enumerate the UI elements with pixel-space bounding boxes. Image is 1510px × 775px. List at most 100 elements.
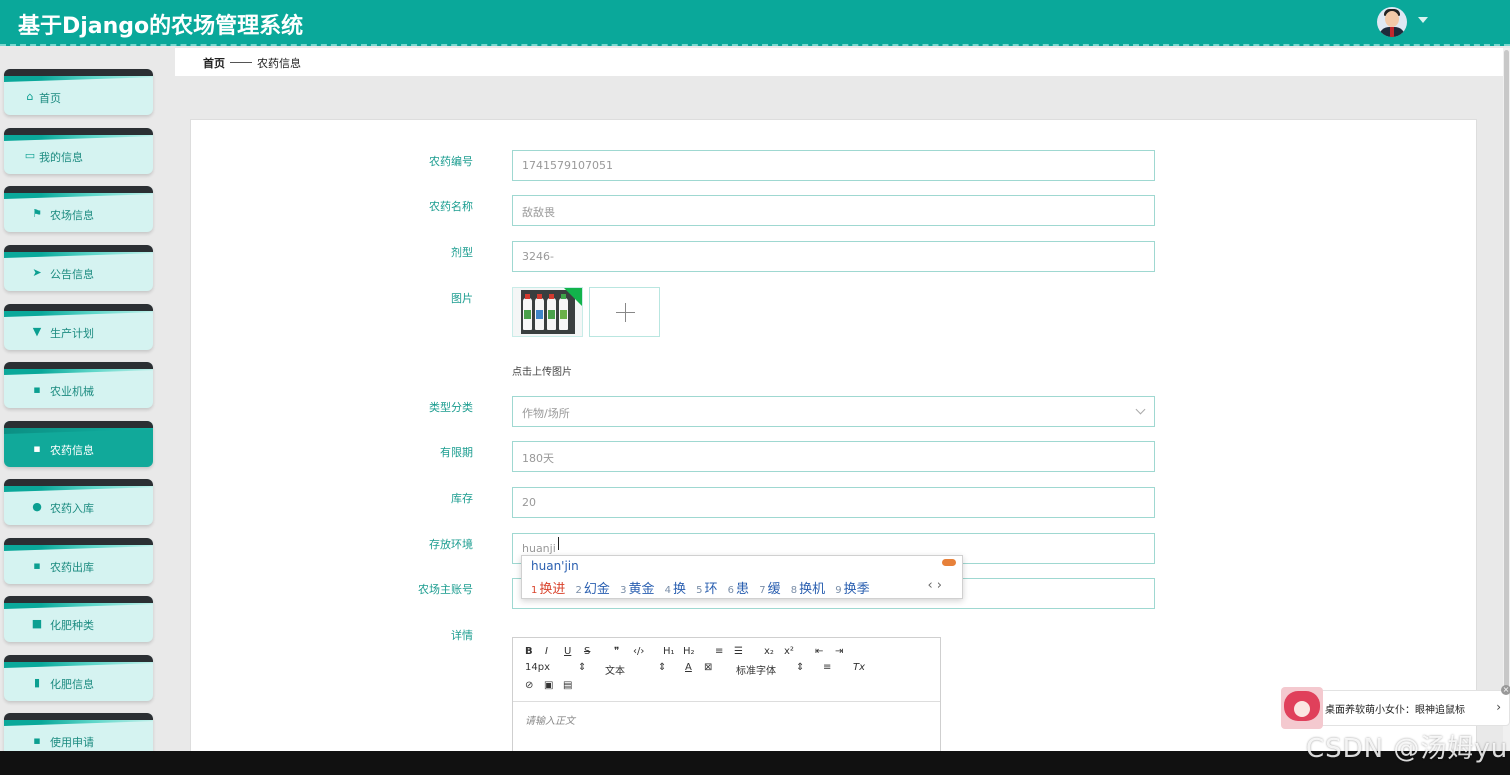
form-type-value: 3246- (522, 250, 554, 263)
strike-button[interactable]: S (584, 646, 590, 657)
form-panel: 农药编号 1741579107051 农药名称 敌敌畏 剂型 3246- 图片 … (190, 119, 1477, 762)
h1-button[interactable]: H₁ (663, 646, 675, 657)
user-icon: ● (32, 500, 42, 513)
user-avatar[interactable] (1377, 7, 1407, 37)
grid-icon: ▪ (33, 559, 41, 572)
category-select[interactable]: 作物/场所 (512, 396, 1155, 427)
sidebar-item-label: 农药入库 (50, 502, 94, 515)
account-label: 农场主账号 (418, 583, 473, 596)
breadcrumb-home[interactable]: 首页 (203, 55, 225, 71)
sidebar-item-pesticide-out[interactable]: ▪ 农药出库 (4, 538, 153, 584)
underline-button[interactable]: U (564, 646, 571, 657)
floating-widget[interactable]: 桌面养软萌小女仆：眼神追鼠标 › × (1281, 685, 1510, 729)
ime-next-page-icon[interactable]: ‹ › (927, 578, 942, 593)
env-label: 存放环境 (429, 538, 473, 551)
name-input[interactable]: 敌敌畏 (512, 195, 1155, 226)
sidebar-item-production-plan[interactable]: ▼ 生产计划 (4, 304, 153, 350)
chevron-right-icon[interactable]: › (1496, 700, 1501, 714)
sidebar-item-home[interactable]: ⌂ 首页 (4, 69, 153, 115)
code-value: 1741579107051 (522, 159, 613, 172)
ime-candidate[interactable]: 3 黄金 (620, 582, 654, 597)
rich-text-editor[interactable]: B I U S ❞ ‹/› H₁ H₂ ≡ ☰ x₂ x² ⇤ ⇥ 14px ⇕… (512, 637, 941, 762)
expiry-value: 180天 (522, 452, 554, 465)
font-color-button[interactable]: A (685, 662, 692, 673)
ordered-list-button[interactable]: ≡ (715, 646, 723, 657)
sidebar-item-farm-info[interactable]: ⚑ 农场信息 (4, 186, 153, 232)
sidebar-item-label: 农药出库 (50, 561, 94, 574)
background-color-button[interactable]: ⊠ (704, 662, 712, 673)
video-button[interactable]: ▤ (563, 680, 572, 691)
sidebar-item-fertilizer-type[interactable]: ■ 化肥种类 (4, 596, 153, 642)
sidebar-item-notice[interactable]: ➤ 公告信息 (4, 245, 153, 291)
upload-tip: 点击上传图片 (512, 367, 572, 378)
sidebar-item-label: 农业机械 (50, 385, 94, 398)
code-label: 农药编号 (429, 155, 473, 168)
code-button[interactable]: ‹/› (633, 646, 644, 657)
editor-toolbar: B I U S ❞ ‹/› H₁ H₂ ≡ ☰ x₂ x² ⇤ ⇥ 14px ⇕… (513, 638, 940, 702)
sidebar-item-label: 化肥种类 (50, 619, 94, 632)
ime-candidate[interactable]: 8 换机 (791, 582, 825, 597)
stock-label: 库存 (451, 492, 473, 505)
sidebar-item-fertilizer-info[interactable]: ▮ 化肥信息 (4, 655, 153, 701)
caret-down-icon[interactable] (1418, 17, 1428, 23)
sidebar-item-label: 化肥信息 (50, 678, 94, 691)
subscript-button[interactable]: x₂ (764, 646, 774, 657)
paragraph-select[interactable]: 文本 (605, 662, 625, 677)
ime-candidate[interactable]: 9 换季 (835, 582, 869, 597)
sidebar-item-my-info[interactable]: ▭ 我的信息 (4, 128, 153, 174)
h2-button[interactable]: H₂ (683, 646, 695, 657)
header-divider (0, 44, 1510, 46)
clear-format-button[interactable]: Tx (853, 662, 865, 673)
close-icon[interactable]: × (1501, 685, 1510, 695)
sort-icon: ⇕ (658, 662, 667, 673)
sort-icon: ⇕ (796, 662, 805, 673)
font-size-select[interactable]: 14px (525, 662, 550, 673)
check-corner-icon (564, 288, 582, 306)
app-title: 基于Django的农场管理系统 (18, 14, 304, 39)
sidebar-item-label: 生产计划 (50, 327, 94, 340)
brush-icon: ▼ (32, 325, 42, 338)
ime-candidate-popup[interactable]: huan'jin 1 换进 2 幻金 3 黄金 4换 5环 6患 7缓 8 换机 9 换季… (521, 555, 963, 599)
ime-skin-icon (942, 559, 956, 566)
italic-button[interactable]: I (545, 646, 548, 657)
breadcrumb: 首页 农药信息 (175, 48, 1510, 76)
text-cursor-icon (558, 537, 562, 550)
expiry-input[interactable]: 180天 (512, 441, 1155, 472)
uploaded-image[interactable] (512, 287, 583, 337)
ime-candidates: 1 换进 2 幻金 3 黄金 4换 5环 6患 7缓 8 换机 9 换季 (531, 578, 876, 597)
breadcrumb-separator (230, 62, 252, 63)
sidebar-item-pesticide-in[interactable]: ● 农药入库 (4, 479, 153, 525)
page-scrollbar[interactable] (1503, 48, 1510, 751)
sidebar-item-label: 公告信息 (50, 268, 94, 281)
ime-candidate[interactable]: 6患 (728, 582, 749, 597)
sidebar-item-label: 我的信息 (39, 151, 83, 164)
ime-candidate[interactable]: 4换 (665, 582, 686, 597)
font-family-select[interactable]: 标准字体 (736, 662, 776, 677)
bullet-list-button[interactable]: ☰ (734, 646, 743, 657)
stock-input[interactable]: 20 (512, 487, 1155, 518)
code-input[interactable]: 1741579107051 (512, 150, 1155, 181)
ime-candidate[interactable]: 5环 (696, 582, 717, 597)
editor-placeholder: 请输入正文 (525, 716, 575, 727)
ime-candidate[interactable]: 7缓 (759, 582, 780, 597)
flag-icon: ⚑ (32, 207, 42, 220)
link-button[interactable]: ⊘ (525, 680, 533, 691)
align-button[interactable]: ≡ (823, 662, 831, 673)
bold-button[interactable]: B (525, 646, 533, 657)
superscript-button[interactable]: x² (784, 646, 794, 657)
upload-button[interactable] (589, 287, 660, 337)
sidebar-item-machinery[interactable]: ▪ 农业机械 (4, 362, 153, 408)
ime-candidate[interactable]: 1 换进 (531, 582, 565, 597)
form-type-input[interactable]: 3246- (512, 241, 1155, 272)
quote-button[interactable]: ❞ (614, 646, 619, 657)
sidebar-item-pesticide-info[interactable]: ▪ 农药信息 (4, 421, 153, 467)
breadcrumb-current: 农药信息 (257, 57, 301, 70)
clipboard-icon: ▮ (33, 676, 41, 689)
outdent-button[interactable]: ⇤ (815, 646, 823, 657)
chevron-down-icon (1135, 404, 1146, 415)
grid-icon: ▪ (33, 383, 41, 396)
indent-button[interactable]: ⇥ (835, 646, 843, 657)
image-button[interactable]: ▣ (544, 680, 553, 691)
watermark: CSDN @汤姆yu (1306, 734, 1509, 764)
ime-candidate[interactable]: 2 幻金 (576, 582, 610, 597)
